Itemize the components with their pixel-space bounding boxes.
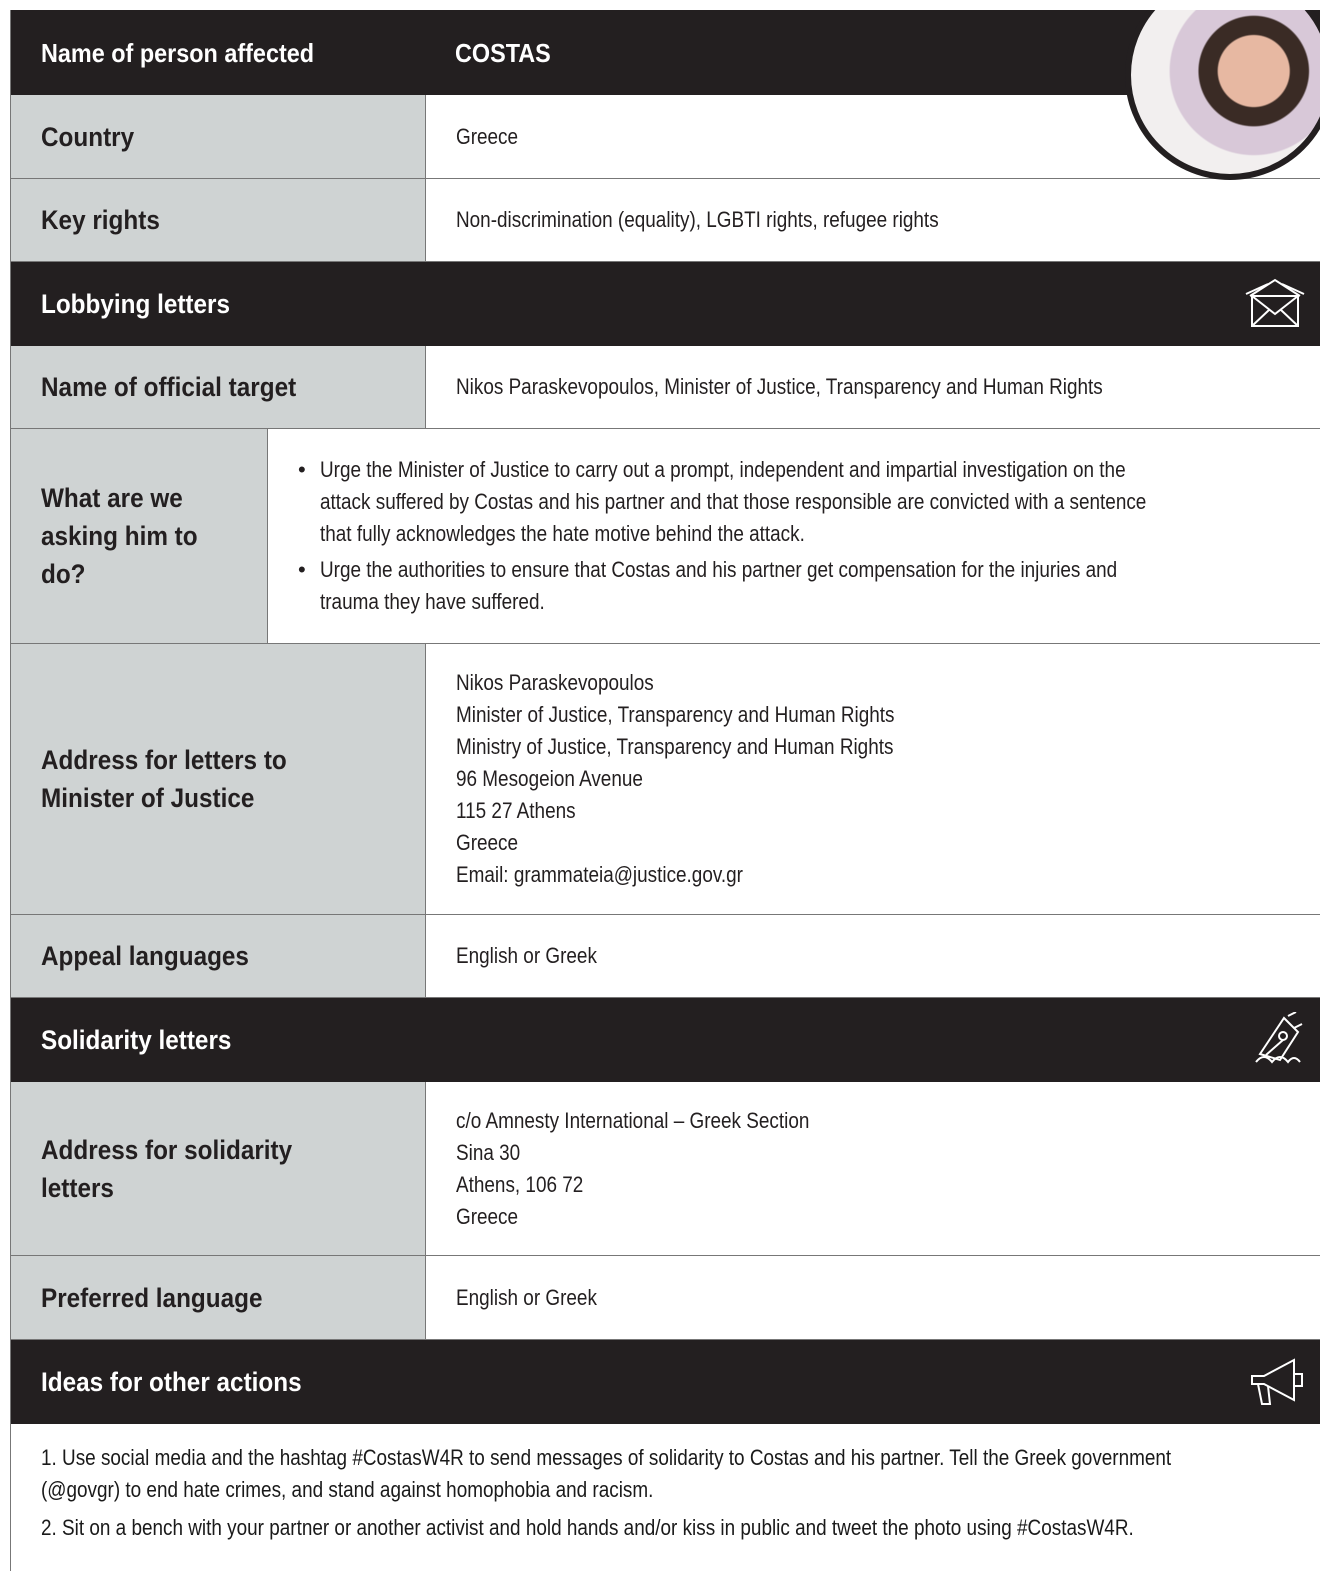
lobbying-heading: Lobbying letters: [41, 288, 231, 319]
address-line: Sina 30: [456, 1139, 521, 1165]
appeal-languages-value: English or Greek: [425, 915, 1320, 997]
ask-item: Urge the Minister of Justice to carry ou…: [298, 454, 1300, 550]
person-row: Name of person affected COSTAS: [11, 10, 1320, 95]
minister-address-label: Address for letters to Minister of Justi…: [11, 644, 425, 914]
address-line: Greece: [456, 830, 519, 855]
appeal-languages-row: Appeal languages English or Greek: [11, 915, 1320, 998]
ideas-section: 1. Use social media and the hashtag #Cos…: [11, 1424, 1320, 1544]
ask-item: Urge the authorities to ensure that Cost…: [298, 554, 1300, 618]
envelope-icon: [1245, 278, 1305, 327]
ideas-heading: Ideas for other actions: [41, 1366, 302, 1397]
ideas-header: Ideas for other actions: [11, 1340, 1320, 1424]
idea-item: 2. Sit on a bench with your partner or a…: [41, 1515, 1134, 1540]
address-line: 96 Mesogeion Avenue: [456, 766, 643, 791]
solidarity-heading: Solidarity letters: [41, 1024, 232, 1055]
appeal-languages-label: Appeal languages: [11, 915, 425, 997]
key-rights-label: Key rights: [11, 179, 425, 261]
address-line: 115 27 Athens: [456, 798, 576, 823]
target-row: Name of official target Nikos Paraskevop…: [11, 346, 1320, 429]
key-rights-row: Key rights Non-discrimination (equality)…: [11, 179, 1320, 262]
target-value: Nikos Paraskevopoulos, Minister of Justi…: [425, 346, 1320, 428]
lobbying-header: Lobbying letters: [11, 262, 1320, 346]
preferred-language-value: English or Greek: [425, 1256, 1320, 1339]
country-row: Country Greece: [11, 95, 1320, 179]
target-label: Name of official target: [11, 346, 425, 428]
address-line: Athens, 106 72: [456, 1171, 584, 1197]
asks-row: What are we asking him to do? Urge the M…: [11, 429, 1320, 644]
address-email[interactable]: Email: grammateia@justice.gov.gr: [456, 859, 1182, 891]
minister-address-row: Address for letters to Minister of Justi…: [11, 644, 1320, 915]
preferred-language-label: Preferred language: [11, 1256, 425, 1339]
ideas-list: 1. Use social media and the hashtag #Cos…: [41, 1442, 1300, 1544]
country-label: Country: [11, 95, 425, 178]
solidarity-address-value: c/o Amnesty International – Greek Sectio…: [425, 1082, 1320, 1255]
solidarity-address-row: Address for solidarity letters c/o Amnes…: [11, 1082, 1320, 1256]
address-line: Nikos Paraskevopoulos: [456, 670, 654, 695]
address-line: c/o Amnesty International – Greek Sectio…: [456, 1107, 810, 1133]
address-line: Ministry of Justice, Transparency and Hu…: [456, 734, 894, 759]
asks-label: What are we asking him to do?: [11, 429, 267, 643]
solidarity-header: Solidarity letters: [11, 998, 1320, 1082]
solidarity-address-label: Address for solidarity letters: [11, 1082, 425, 1255]
case-sheet: Name of person affected COSTAS Country G…: [10, 10, 1320, 1571]
asks-list: Urge the Minister of Justice to carry ou…: [298, 450, 1300, 622]
idea-item: 1. Use social media and the hashtag #Cos…: [41, 1445, 1172, 1502]
preferred-language-row: Preferred language English or Greek: [11, 1256, 1320, 1340]
address-line: Greece: [456, 1203, 519, 1229]
minister-address-value: Nikos Paraskevopoulos Minister of Justic…: [425, 644, 1320, 914]
person-label: Name of person affected: [41, 37, 315, 68]
pen-nib-icon: [1255, 1012, 1303, 1064]
key-rights-value: Non-discrimination (equality), LGBTI rig…: [425, 179, 1320, 261]
megaphone-icon: [1251, 1358, 1303, 1405]
address-line: Minister of Justice, Transparency and Hu…: [456, 702, 895, 727]
asks-value: Urge the Minister of Justice to carry ou…: [267, 429, 1320, 643]
